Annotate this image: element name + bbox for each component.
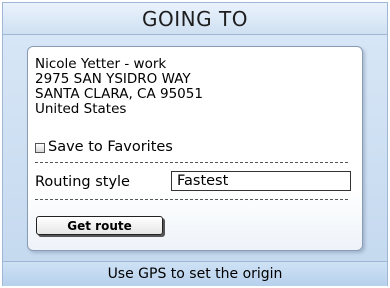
- divider: [35, 199, 348, 200]
- title-bar: GOING TO: [3, 3, 387, 35]
- destination-name: Nicole Yetter - work: [35, 56, 167, 72]
- routing-style-label: Routing style: [35, 174, 130, 190]
- content-area: Nicole Yetter - work 2975 SAN YSIDRO WAY…: [3, 35, 387, 261]
- destination-country: United States: [35, 101, 127, 117]
- divider: [35, 162, 348, 163]
- destination-street: 2975 SAN YSIDRO WAY: [35, 71, 191, 87]
- page-title: GOING TO: [142, 6, 248, 31]
- destination-address: Nicole Yetter - work 2975 SAN YSIDRO WAY…: [35, 57, 203, 117]
- routing-style-row: Routing style: [35, 174, 130, 190]
- destination-city-state-zip: SANTA CLARA, CA 95051: [35, 86, 203, 102]
- save-to-favorites-label: Save to Favorites: [48, 139, 173, 155]
- get-route-button[interactable]: Get route: [36, 216, 163, 235]
- save-to-favorites-row[interactable]: Save to Favorites: [35, 139, 173, 155]
- save-to-favorites-checkbox[interactable]: [35, 143, 45, 153]
- get-route-label: Get route: [67, 218, 132, 233]
- softkey-bar[interactable]: Use GPS to set the origin: [3, 261, 387, 286]
- destination-card: Nicole Yetter - work 2975 SAN YSIDRO WAY…: [27, 46, 363, 251]
- use-gps-origin-softkey[interactable]: Use GPS to set the origin: [108, 266, 283, 282]
- going-to-screen: GOING TO Nicole Yetter - work 2975 SAN Y…: [2, 2, 388, 286]
- routing-style-select[interactable]: Fastest: [171, 171, 351, 191]
